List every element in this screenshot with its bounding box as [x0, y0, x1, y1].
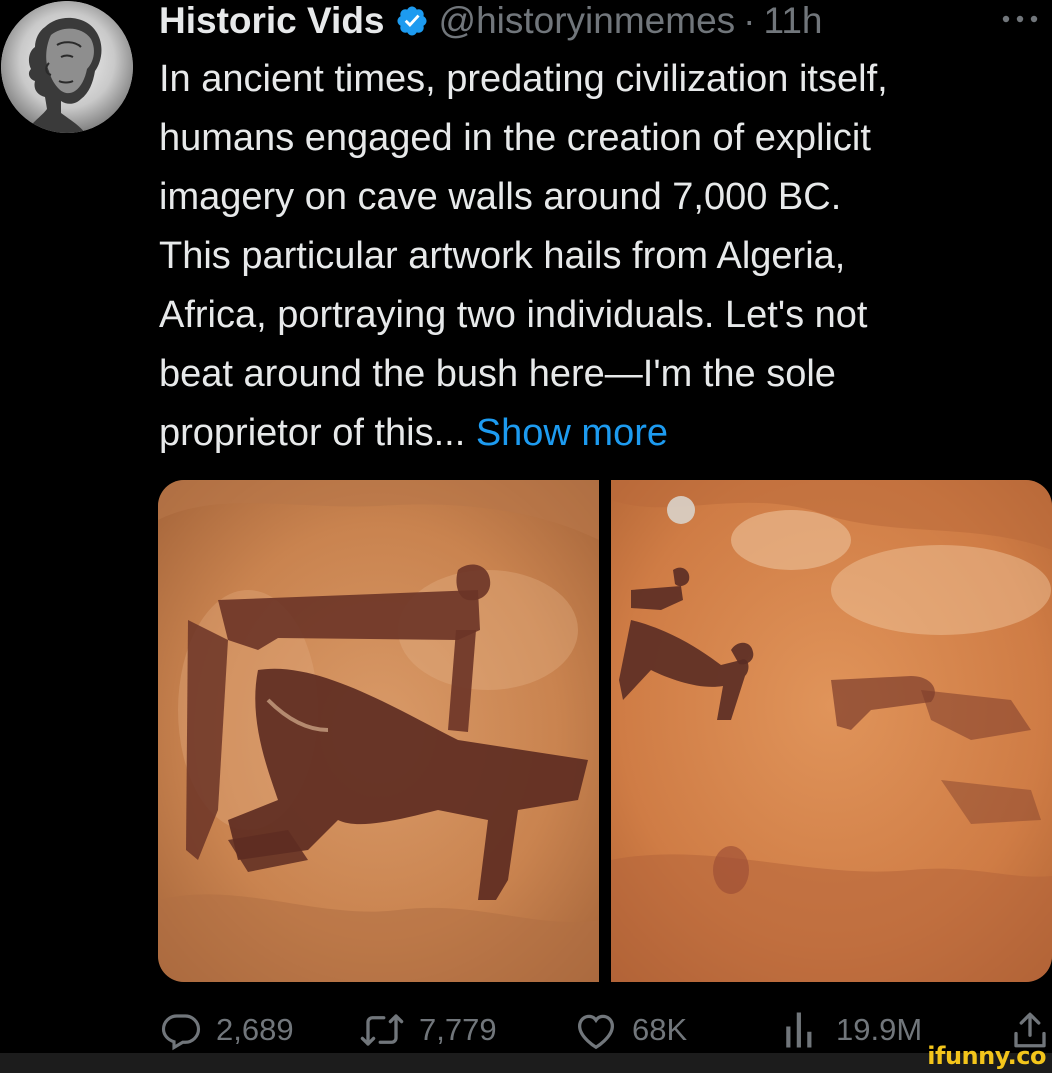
retweet-count: 7,779: [419, 1012, 497, 1047]
reply-button[interactable]: 2,689: [160, 1005, 294, 1055]
tweet-text-line: This particular artwork hails from Alger…: [159, 235, 846, 277]
tweet-text-line: Africa, portraying two individuals. Let'…: [159, 294, 868, 336]
author-handle[interactable]: @historyinmemes: [439, 0, 736, 42]
more-options-icon[interactable]: [1000, 12, 1040, 26]
reply-count: 2,689: [216, 1012, 294, 1047]
tweet-text-last-line: proprietor of this... Show more: [159, 404, 1049, 463]
retweet-icon: [360, 1014, 404, 1046]
footer-bar: [0, 1053, 1052, 1073]
tweet-text-line: In ancient times, predating civilization…: [159, 58, 888, 100]
tweet: Historic Vids @historyinmemes · 11h In a…: [0, 0, 1052, 1073]
tweet-text: In ancient times, predating civilization…: [159, 50, 1049, 463]
like-button[interactable]: 68K: [574, 1005, 687, 1055]
tweet-text-line: humans engaged in the creation of explic…: [159, 117, 871, 159]
tweet-timestamp[interactable]: 11h: [763, 0, 822, 42]
tweet-text-line: beat around the bush here—I'm the sole: [159, 353, 836, 395]
avatar[interactable]: [1, 1, 133, 133]
retweet-button[interactable]: 7,779: [359, 1005, 497, 1055]
tweet-text-line: imagery on cave walls around 7,000 BC.: [159, 176, 842, 218]
show-more-link[interactable]: Show more: [476, 412, 668, 454]
verified-badge-icon: [395, 4, 429, 38]
tweet-text-line: proprietor of this...: [159, 412, 466, 454]
views-button[interactable]: 19.9M: [782, 1005, 922, 1055]
tweet-actions: 2,689 7,779 68K 19.9M: [160, 1005, 1052, 1055]
tweet-media[interactable]: [158, 480, 1052, 982]
media-image-left[interactable]: [158, 480, 599, 982]
reply-icon: [161, 1014, 201, 1051]
header-separator: ·: [743, 0, 756, 41]
avatar-portrait: [1, 1, 133, 133]
ifunny-watermark: ifunny.co: [927, 1042, 1046, 1070]
like-icon: [577, 1014, 615, 1050]
author-display-name[interactable]: Historic Vids: [159, 0, 385, 42]
tweet-header: Historic Vids @historyinmemes · 11h: [159, 0, 822, 48]
like-count: 68K: [632, 1012, 688, 1047]
views-icon: [786, 1012, 812, 1048]
view-count: 19.9M: [836, 1012, 923, 1047]
media-image-right[interactable]: [611, 480, 1052, 982]
